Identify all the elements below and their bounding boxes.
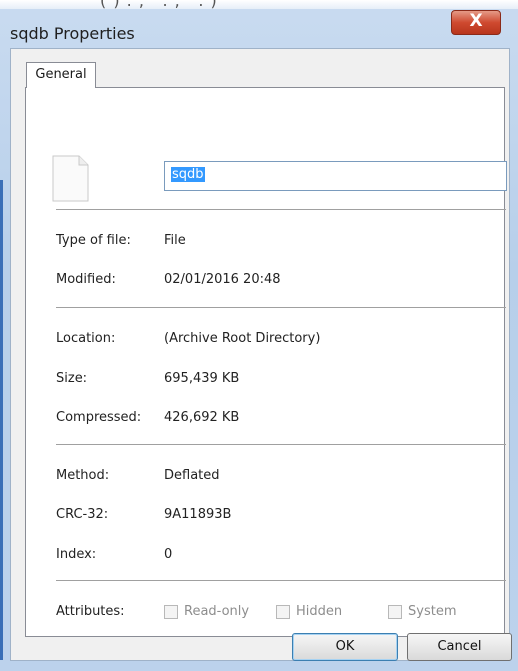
size-label: Size: — [56, 371, 88, 386]
type-label: Type of file: — [56, 233, 131, 248]
filename-selected-text: sqdb — [171, 167, 205, 182]
compressed-label: Compressed: — [56, 410, 142, 425]
attributes-label: Attributes: — [56, 604, 125, 619]
crc-label: CRC-32: — [56, 507, 109, 522]
close-icon: X — [469, 11, 483, 31]
left-edge-stripe — [0, 180, 3, 660]
general-panel: sqdb Type of file: File Modified: 02/01/… — [25, 87, 507, 637]
system-checkbox[interactable] — [388, 605, 402, 619]
system-label: System — [408, 604, 457, 619]
separator — [56, 307, 506, 308]
hidden-label: Hidden — [296, 604, 343, 619]
index-value: 0 — [164, 547, 173, 562]
type-value: File — [164, 233, 186, 248]
separator — [56, 580, 506, 581]
modified-value: 02/01/2016 20:48 — [164, 272, 281, 287]
top-residue-text: ( ) . , ' . , ' . ) — [100, 0, 218, 10]
location-label: Location: — [56, 331, 116, 346]
separator — [56, 209, 506, 210]
filename-field[interactable]: sqdb — [164, 161, 507, 191]
readonly-checkbox[interactable] — [164, 605, 178, 619]
method-label: Method: — [56, 468, 110, 483]
ok-button[interactable]: OK — [292, 633, 398, 661]
crc-value: 9A11893B — [164, 507, 232, 522]
modified-label: Modified: — [56, 272, 116, 287]
document-icon — [52, 155, 89, 202]
separator — [56, 444, 506, 445]
tab-general[interactable]: General — [26, 62, 96, 88]
index-label: Index: — [56, 547, 97, 562]
hidden-checkbox[interactable] — [276, 605, 290, 619]
method-value: Deflated — [164, 468, 220, 483]
size-value: 695,439 KB — [164, 371, 240, 386]
dialog-client-area: General sqdb Type of file: File Modified… — [10, 48, 510, 661]
cancel-button[interactable]: Cancel — [407, 633, 512, 661]
top-strip: ( ) . , ' . , ' . ) — [0, 0, 518, 10]
location-value: (Archive Root Directory) — [164, 331, 321, 346]
window-frame: ( ) . , ' . , ' . ) sqdb Properties X Ge… — [0, 0, 518, 671]
window-title: sqdb Properties — [10, 24, 135, 43]
compressed-value: 426,692 KB — [164, 410, 240, 425]
close-button[interactable]: X — [451, 10, 501, 35]
readonly-label: Read-only — [184, 604, 250, 619]
